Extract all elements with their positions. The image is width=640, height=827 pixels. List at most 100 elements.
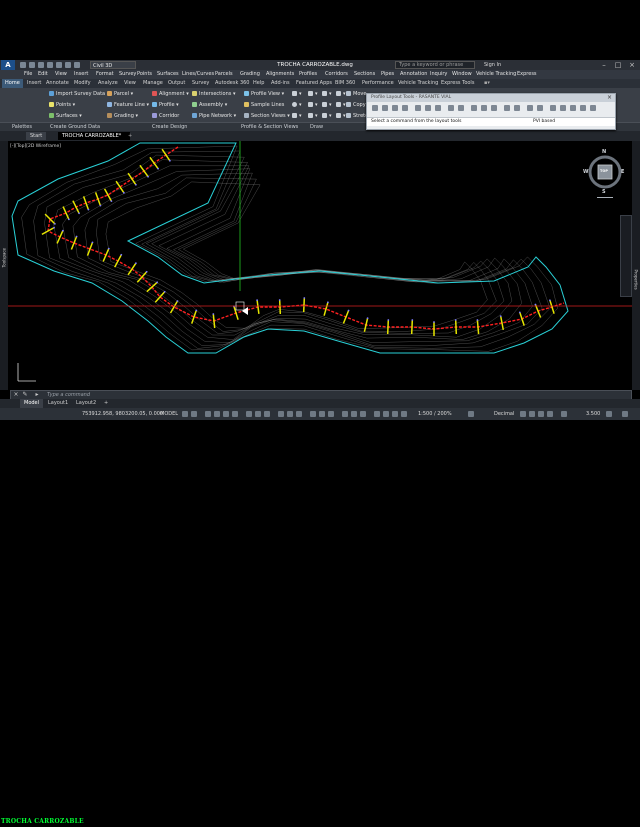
annotation-monitor-icon[interactable] — [392, 411, 398, 417]
tab-add-ins[interactable]: Add-ins — [271, 79, 290, 88]
viewcube[interactable]: N S E W TOP — [583, 149, 624, 198]
layout-help-icon[interactable] — [580, 105, 586, 111]
auto-scale-icon[interactable] — [360, 411, 366, 417]
menu-lines-curves[interactable]: Lines/Curves — [182, 70, 214, 79]
dynamic-ucs-icon[interactable] — [319, 411, 325, 417]
import-survey-data-button[interactable]: Import Survey Data — [49, 90, 105, 98]
menu-icon[interactable] — [622, 411, 628, 417]
customization-icon[interactable] — [606, 411, 612, 417]
tab-autodesk-360[interactable]: Autodesk 360 — [215, 79, 250, 88]
feature-line-button[interactable]: Feature Line ▾ — [107, 101, 149, 109]
save-as-icon[interactable] — [47, 62, 53, 68]
hardware-acceleration-icon[interactable] — [538, 411, 544, 417]
workspace-switch-icon[interactable] — [383, 411, 389, 417]
profile-grid-view-icon[interactable] — [527, 105, 533, 111]
properties-palette-strip[interactable]: Properties — [632, 141, 640, 390]
profile-button[interactable]: Profile ▾ — [152, 101, 179, 109]
tab-help[interactable]: Help — [253, 79, 264, 88]
save-icon[interactable] — [38, 62, 44, 68]
tab-analyze[interactable]: Analyze — [98, 79, 118, 88]
insert-pvi-icon[interactable] — [382, 105, 388, 111]
layout-tab-layout2[interactable]: Layout2 — [72, 399, 100, 408]
compass-south[interactable]: S — [602, 189, 606, 195]
infer-constraints-icon[interactable] — [205, 411, 211, 417]
tab-modify[interactable]: Modify — [74, 79, 91, 88]
draw-line-button[interactable]: ▾ — [292, 90, 302, 98]
draw-polyline-button[interactable]: ▾ — [308, 90, 318, 98]
ortho-icon[interactable] — [223, 411, 229, 417]
draw-table-button[interactable]: ▾ — [336, 112, 346, 120]
dynamic-input-icon[interactable] — [214, 411, 220, 417]
grid-icon[interactable] — [182, 411, 188, 417]
application-menu-button[interactable]: A — [1, 60, 15, 70]
fixed-curve-icon[interactable] — [425, 105, 431, 111]
profile-properties-icon[interactable] — [537, 105, 543, 111]
fixed-tangent-icon[interactable] — [415, 105, 421, 111]
draw-rectangle-button[interactable]: ▾ — [308, 112, 318, 120]
alignment-button[interactable]: Alignment ▾ — [152, 90, 189, 98]
menu-profiles[interactable]: Profiles — [299, 70, 317, 79]
move-button[interactable]: Move — [346, 90, 366, 98]
menu-window[interactable]: Window — [452, 70, 472, 79]
isodraft-icon[interactable] — [246, 411, 252, 417]
viewcube-top-face[interactable]: TOP — [600, 169, 608, 173]
undo-layout-icon[interactable] — [550, 105, 556, 111]
model-space-toggle[interactable]: MODEL — [160, 408, 178, 420]
sample-lines-button[interactable]: Sample Lines — [244, 101, 284, 109]
open-icon[interactable] — [29, 62, 35, 68]
menu-annotation[interactable]: Annotation — [400, 70, 427, 79]
menu-file[interactable]: File — [24, 70, 32, 79]
layout-tools-close-icon[interactable]: × — [607, 94, 612, 102]
quick-properties-icon[interactable] — [468, 411, 474, 417]
tab-manage[interactable]: Manage — [143, 79, 163, 88]
menu-view[interactable]: View — [55, 70, 67, 79]
draw-spline-button[interactable]: ▾ — [322, 90, 332, 98]
selection-filter-icon[interactable] — [328, 411, 334, 417]
menu-parcels[interactable]: Parcels — [215, 70, 233, 79]
navigation-bar[interactable] — [620, 215, 632, 297]
tab-survey[interactable]: Survey — [192, 79, 209, 88]
ribbon-toggle-icon[interactable]: ▪▾ — [484, 79, 490, 88]
close-button[interactable]: × — [626, 60, 638, 70]
tab-featured-apps[interactable]: Featured Apps — [296, 79, 332, 88]
menu-points[interactable]: Points — [137, 70, 152, 79]
annotation-scale-icon[interactable] — [374, 411, 380, 417]
lock-ui-icon[interactable] — [520, 411, 526, 417]
drawing-canvas[interactable]: [-][Top][2D Wireframe] — [8, 141, 632, 390]
draw-point-button[interactable]: ▾ — [322, 101, 332, 109]
profile-view-button[interactable]: Profile View ▾ — [244, 90, 284, 98]
workspace-select[interactable]: Civil 3D — [90, 61, 136, 69]
tab-home[interactable]: Home — [2, 79, 23, 88]
compass-north[interactable]: N — [602, 149, 606, 155]
layer-icon[interactable] — [561, 411, 567, 417]
draw-circle-button[interactable]: ▾ — [292, 101, 302, 109]
menu-format[interactable]: Format — [96, 70, 114, 79]
tab-bim-360[interactable]: BIM 360 — [335, 79, 355, 88]
tab-output[interactable]: Output — [168, 79, 185, 88]
transparency-icon[interactable] — [287, 411, 293, 417]
draw-arc-button[interactable]: ▾ — [308, 101, 318, 109]
grading-button[interactable]: Grading ▾ — [107, 112, 138, 120]
polar-icon[interactable] — [232, 411, 238, 417]
3d-object-snap-icon[interactable] — [310, 411, 316, 417]
draw-hatch-button[interactable]: ▾ — [292, 112, 302, 120]
units-icon[interactable] — [401, 411, 407, 417]
layout-tab-add[interactable]: + — [100, 399, 112, 408]
new-icon[interactable] — [20, 62, 26, 68]
command-close-icon[interactable]: × — [12, 391, 20, 399]
annotation-visibility-icon[interactable] — [351, 411, 357, 417]
draw-tangents-icon[interactable] — [372, 105, 378, 111]
search-input[interactable]: Type a keyword or phrase — [395, 61, 475, 69]
compass-east[interactable]: E — [621, 169, 624, 175]
object-snap-tracking-icon[interactable] — [255, 411, 261, 417]
pipe-network-button[interactable]: Pipe Network ▾ — [192, 112, 236, 120]
corridor-button[interactable]: Corridor — [152, 112, 179, 120]
toolspace-palette-strip[interactable]: Toolspace — [0, 141, 8, 390]
cursor-coordinates[interactable]: 753912.958, 9803200.05, 0.000 — [82, 408, 163, 420]
draw-boundary-button[interactable]: ▾ — [322, 112, 332, 120]
tab-performance[interactable]: Performance — [362, 79, 394, 88]
scale-readout[interactable]: 1:500 / 200% — [418, 408, 452, 420]
menu-alignments[interactable]: Alignments — [266, 70, 294, 79]
menu-survey[interactable]: Survey — [119, 70, 136, 79]
clean-screen-icon[interactable] — [547, 411, 553, 417]
